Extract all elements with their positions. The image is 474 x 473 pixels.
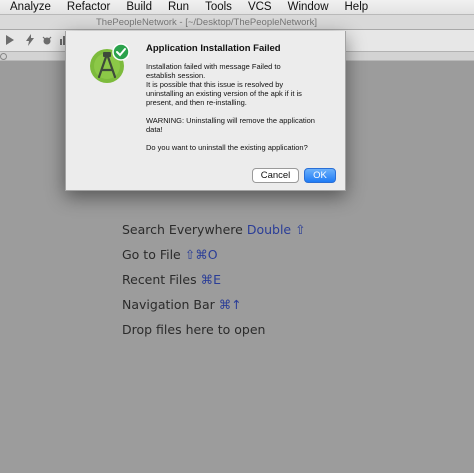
- hint-label: Recent Files: [122, 272, 197, 287]
- warning-line: data!: [146, 125, 163, 134]
- menu-vcs[interactable]: VCS: [239, 0, 279, 15]
- hint-recent-files: Recent Files ⌘E: [122, 272, 306, 297]
- hint-label: Search Everywhere: [122, 222, 243, 237]
- dialog-question: Do you want to uninstall the existing ap…: [146, 143, 308, 152]
- hint-label: Go to File: [122, 247, 181, 262]
- circle-icon: [0, 53, 7, 60]
- window-title: ThePeopleNetwork - [~/Desktop/ThePeopleN…: [96, 17, 317, 28]
- menu-tools[interactable]: Tools: [196, 0, 239, 15]
- cancel-button[interactable]: Cancel: [252, 168, 299, 183]
- run-icon[interactable]: [4, 34, 16, 48]
- message-line: establish session.: [146, 71, 206, 80]
- menu-analyze[interactable]: Analyze: [0, 0, 58, 15]
- installation-failed-dialog: Application Installation Failed Installa…: [65, 31, 346, 191]
- hint-search-everywhere: Search Everywhere Double ⇧: [122, 222, 306, 247]
- editor-empty-hints: Search Everywhere Double ⇧ Go to File ⇧⌘…: [122, 222, 306, 347]
- hint-shortcut: ⌘E: [200, 272, 221, 287]
- dialog-title: Application Installation Failed: [146, 43, 281, 54]
- lightning-icon[interactable]: [24, 34, 36, 48]
- hint-go-to-file: Go to File ⇧⌘O: [122, 247, 306, 272]
- message-line: present, and then re-installing.: [146, 98, 247, 107]
- hint-shortcut: ⇧⌘O: [184, 247, 218, 262]
- menu-build[interactable]: Build: [117, 0, 159, 15]
- menu-help[interactable]: Help: [336, 0, 376, 15]
- window-title-bar: ThePeopleNetwork - [~/Desktop/ThePeopleN…: [0, 15, 474, 30]
- message-line: Installation failed with message Failed …: [146, 62, 281, 71]
- hint-label: Drop files here to open: [122, 322, 266, 337]
- message-line: It is possible that this issue is resolv…: [146, 80, 284, 89]
- menu-refactor[interactable]: Refactor: [58, 0, 117, 15]
- hint-label: Navigation Bar: [122, 297, 215, 312]
- warning-line: WARNING: Uninstalling will remove the ap…: [146, 116, 315, 125]
- hint-shortcut: ⌘↑: [218, 297, 242, 312]
- hint-shortcut: Double ⇧: [246, 222, 306, 237]
- android-studio-icon: [88, 43, 130, 85]
- message-line: uninstalling an existing version of the …: [146, 89, 302, 98]
- menu-bar: Analyze Refactor Build Run Tools VCS Win…: [0, 0, 474, 15]
- menu-run[interactable]: Run: [159, 0, 196, 15]
- menu-window[interactable]: Window: [279, 0, 336, 15]
- hint-drop-files: Drop files here to open: [122, 322, 306, 347]
- hint-navigation-bar: Navigation Bar ⌘↑: [122, 297, 306, 322]
- ok-button[interactable]: OK: [304, 168, 336, 183]
- dialog-message: Installation failed with message Failed …: [146, 62, 341, 152]
- debug-icon[interactable]: [41, 34, 53, 48]
